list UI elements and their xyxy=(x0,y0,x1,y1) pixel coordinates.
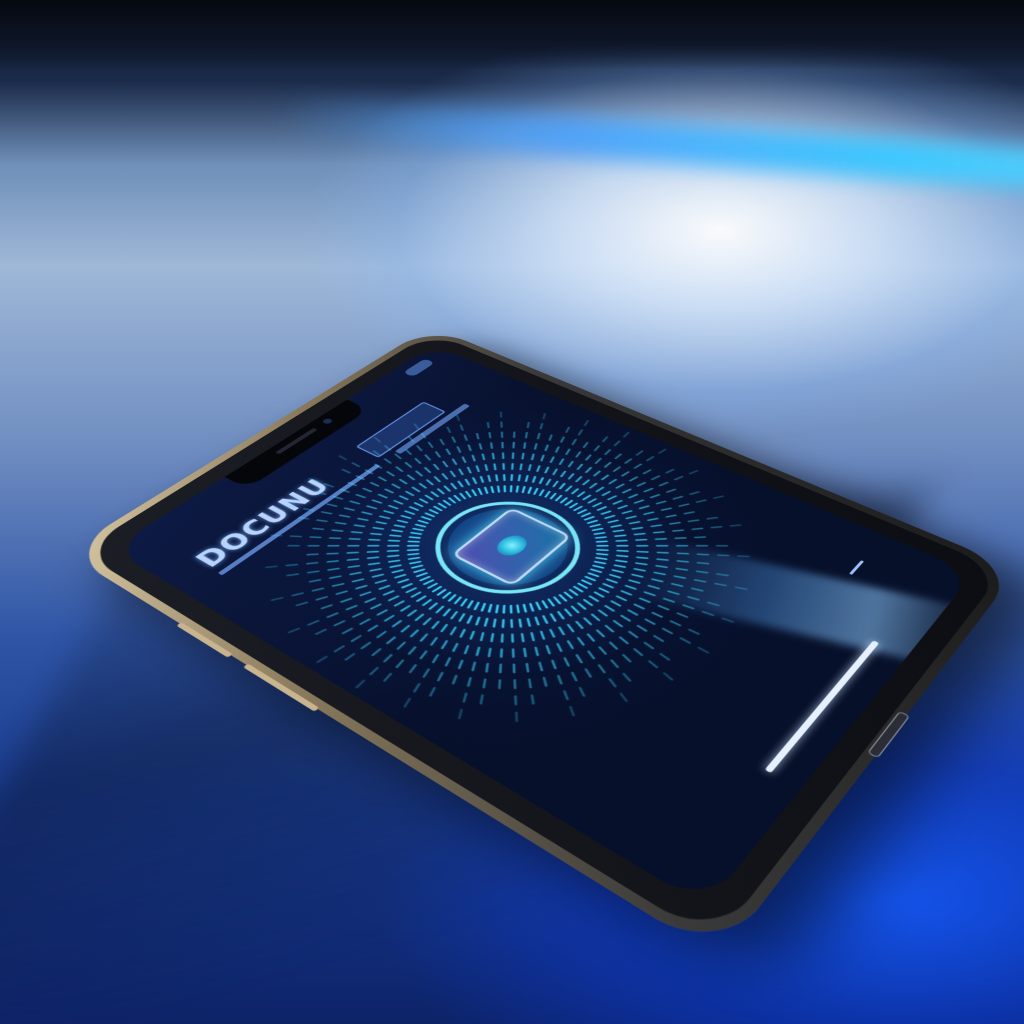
phone-perspective: DOCUNU xyxy=(0,0,1024,1024)
smartphone: DOCUNU xyxy=(65,326,1018,958)
phone-frame: DOCUNU xyxy=(79,332,1004,942)
photo-scene: DOCUNU xyxy=(0,0,1024,1024)
front-camera xyxy=(321,418,334,425)
earpiece-speaker xyxy=(275,428,317,455)
dash-mark xyxy=(849,560,864,575)
fingerprint-core xyxy=(491,532,532,559)
status-indicator xyxy=(403,358,435,377)
home-indicator[interactable] xyxy=(765,640,880,773)
scanner-rings xyxy=(149,360,849,822)
phone-screen: DOCUNU xyxy=(111,345,974,907)
